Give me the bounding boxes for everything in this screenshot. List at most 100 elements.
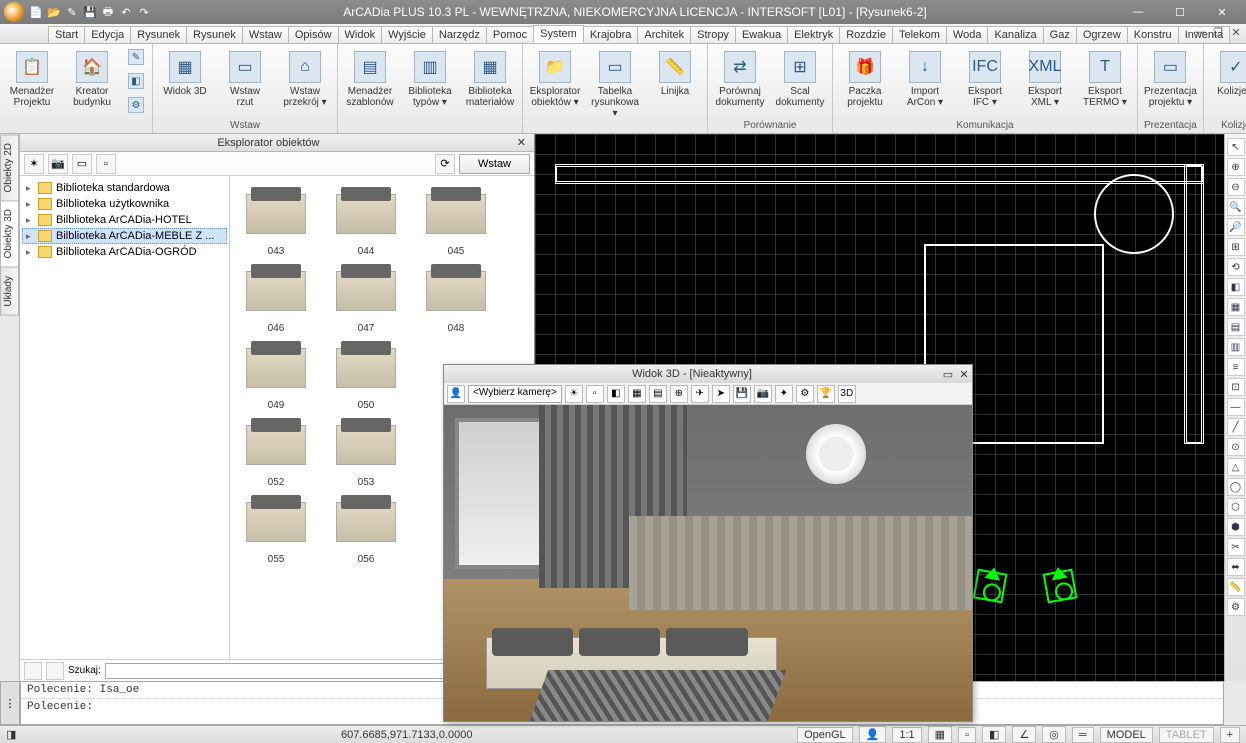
v3d-sun-icon[interactable]: ☀ — [565, 385, 583, 403]
right-tool-11[interactable]: ≡ — [1227, 358, 1245, 376]
mdi-close-icon[interactable]: ✕ — [1228, 24, 1244, 40]
view3d-close-icon[interactable]: ✕ — [956, 368, 972, 381]
right-tool-13[interactable]: — — [1227, 398, 1245, 416]
status-osnap-icon[interactable]: ◎ — [1042, 726, 1066, 743]
v3d-render-icon[interactable]: ▦ — [628, 385, 646, 403]
ribbon-btn-paczka-projektu[interactable]: 🎁Paczka projektu — [839, 46, 891, 113]
status-ortho-icon[interactable]: ◧ — [982, 726, 1006, 743]
status-person-icon[interactable]: 👤 — [859, 726, 887, 743]
right-tool-23[interactable]: ⚙ — [1227, 598, 1245, 616]
explorer-tool-new-icon[interactable]: ✶ — [24, 154, 44, 174]
v3d-camera-select[interactable]: <Wybierz kamerę> — [468, 385, 562, 403]
v3d-person-icon[interactable]: 👤 — [447, 385, 465, 403]
ribbon-tab-stropy[interactable]: Stropy — [690, 26, 736, 43]
explorer-tool-camera-icon[interactable]: 📷 — [48, 154, 68, 174]
status-plus-icon[interactable]: + — [1220, 727, 1240, 743]
ribbon-tab-ewakua[interactable]: Ewakua — [735, 26, 788, 43]
search-opt2-icon[interactable] — [46, 662, 64, 680]
right-tool-20[interactable]: ✂ — [1227, 538, 1245, 556]
v3d-camera-icon[interactable]: 📷 — [754, 385, 772, 403]
v3d-arrow-icon[interactable]: ➤ — [712, 385, 730, 403]
search-opt1-icon[interactable] — [24, 662, 42, 680]
ribbon-tab-telekom[interactable]: Telekom — [892, 26, 947, 43]
thumbnail-053[interactable]: 053 — [326, 417, 406, 488]
view3d-titlebar[interactable]: Widok 3D - [Nieaktywny] ▭ ✕ — [444, 365, 972, 383]
expand-icon[interactable]: ▸ — [26, 215, 38, 226]
ribbon-btn-eksport-ifc-[interactable]: IFCEksport IFC ▾ — [959, 46, 1011, 113]
right-tool-3[interactable]: 🔍 — [1227, 198, 1245, 216]
qat-undo-icon[interactable]: ↶ — [118, 4, 134, 20]
ribbon-tab-rozdzie[interactable]: Rozdzie — [839, 26, 893, 43]
right-tool-10[interactable]: ▥ — [1227, 338, 1245, 356]
right-tool-19[interactable]: ⬢ — [1227, 518, 1245, 536]
right-tool-0[interactable]: ↖ — [1227, 138, 1245, 156]
ribbon-tab-architek[interactable]: Architek — [637, 26, 691, 43]
v3d-gear-icon[interactable]: ⚙ — [796, 385, 814, 403]
status-left-icon[interactable]: ◨ — [6, 728, 16, 741]
tree-node[interactable]: ▸Biblioteka standardowa — [22, 180, 227, 196]
right-tool-16[interactable]: △ — [1227, 458, 1245, 476]
ribbon-tab-elektryk[interactable]: Elektryk — [787, 26, 840, 43]
explorer-tool-folder-icon[interactable]: ▭ — [72, 154, 92, 174]
v3d-axes-icon[interactable]: ✦ — [775, 385, 793, 403]
v3d-plane-icon[interactable]: ✈ — [691, 385, 709, 403]
cmd-handle[interactable]: ⋮ — [0, 681, 20, 725]
ribbon-btn-por-wnaj-dokumenty[interactable]: ⇄Porównaj dokumenty — [714, 46, 766, 113]
v3d-box-icon[interactable]: ▫ — [586, 385, 604, 403]
thumbnail-045[interactable]: 045 — [416, 186, 496, 257]
tree-node[interactable]: ▸Bilblioteka ArCADia-MEBLE Z ... — [22, 228, 227, 244]
status-lwt-icon[interactable]: ═ — [1072, 727, 1094, 743]
right-tool-8[interactable]: ▦ — [1227, 298, 1245, 316]
ribbon-btn-menad-er-szablon-w[interactable]: ▤Menadżer szablonów — [344, 46, 396, 113]
side-tab-układy[interactable]: Układy — [0, 267, 19, 316]
right-tool-7[interactable]: ◧ — [1227, 278, 1245, 296]
thumbnail-047[interactable]: 047 — [326, 263, 406, 334]
ribbon-small-btn[interactable]: ✎ — [126, 46, 146, 68]
tree-node[interactable]: ▸Bilblioteka ArCADia-HOTEL — [22, 212, 227, 228]
right-tool-14[interactable]: ╱ — [1227, 418, 1245, 436]
camera-marker-1[interactable] — [973, 569, 1008, 604]
close-button[interactable]: ✕ — [1202, 2, 1242, 22]
v3d-3d-icon[interactable]: 3D — [838, 385, 856, 403]
ribbon-btn-scal-dokumenty[interactable]: ⊞Scal dokumenty — [774, 46, 826, 113]
explorer-close-icon[interactable]: ✕ — [513, 136, 530, 149]
status-snap-icon[interactable]: ▫ — [958, 727, 976, 743]
ribbon-tab-system[interactable]: System — [533, 25, 584, 43]
v3d-wall-icon[interactable]: ▤ — [649, 385, 667, 403]
ribbon-tab-krajobra[interactable]: Krajobra — [583, 26, 639, 43]
mdi-minimize-icon[interactable]: — — [1192, 24, 1208, 40]
library-tree[interactable]: ▸Biblioteka standardowa▸Bilblioteka użyt… — [20, 176, 230, 659]
ribbon-tab-start[interactable]: Start — [48, 26, 85, 43]
ribbon-btn-eksplorator-obiekt-w-[interactable]: 📁Eksplorator obiektów ▾ — [529, 46, 581, 113]
side-tab-obiekty-3d[interactable]: Obiekty 3D — [0, 200, 19, 267]
view3d-canvas[interactable] — [444, 405, 972, 721]
ribbon-small-btn[interactable]: ⚙ — [126, 94, 146, 116]
qat-pencil-icon[interactable]: ✎ — [64, 4, 80, 20]
ribbon-tab-opisów[interactable]: Opisów — [288, 26, 339, 43]
ribbon-tab-kanaliza[interactable]: Kanaliza — [987, 26, 1043, 43]
ribbon-tab-woda[interactable]: Woda — [946, 26, 989, 43]
ribbon-btn-wstaw-przekr-j-[interactable]: ⌂Wstaw przekrój ▾ — [279, 46, 331, 113]
v3d-orbit-icon[interactable]: ⊕ — [670, 385, 688, 403]
right-tool-2[interactable]: ⊖ — [1227, 178, 1245, 196]
ribbon-btn-kolizje-[interactable]: ✓Kolizje ▾ — [1210, 46, 1246, 102]
qat-redo-icon[interactable]: ↷ — [136, 4, 152, 20]
ribbon-tab-rysunek[interactable]: Rysunek — [130, 26, 187, 43]
thumbnail-050[interactable]: 050 — [326, 340, 406, 411]
ribbon-small-btn[interactable]: ◧ — [126, 70, 146, 92]
camera-marker-2[interactable] — [1043, 569, 1078, 604]
expand-icon[interactable]: ▸ — [26, 183, 38, 194]
ribbon-tab-wyjście[interactable]: Wyjście — [381, 26, 433, 43]
ribbon-btn-widok-3d[interactable]: ▦Widok 3D — [159, 46, 211, 102]
right-tool-1[interactable]: ⊕ — [1227, 158, 1245, 176]
ribbon-btn-kreator-budynku[interactable]: 🏠Kreator budynku — [66, 46, 118, 113]
insert-button[interactable]: Wstaw — [459, 154, 530, 174]
status-tablet[interactable]: TABLET — [1159, 727, 1214, 743]
ribbon-tab-widok[interactable]: Widok — [338, 26, 383, 43]
thumbnail-049[interactable]: 049 — [236, 340, 316, 411]
ribbon-tab-narzędz[interactable]: Narzędz — [432, 26, 487, 43]
mdi-restore-icon[interactable]: ❐ — [1210, 24, 1226, 40]
right-tool-6[interactable]: ⟲ — [1227, 258, 1245, 276]
right-tool-18[interactable]: ⬡ — [1227, 498, 1245, 516]
right-tool-12[interactable]: ⊡ — [1227, 378, 1245, 396]
